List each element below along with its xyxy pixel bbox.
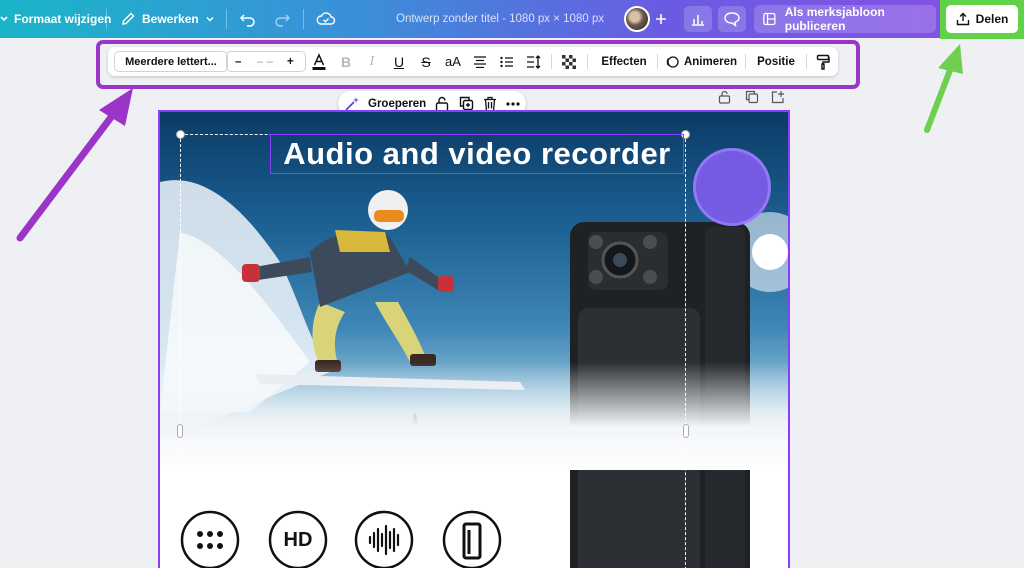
cloud-check-icon (316, 12, 336, 25)
edit-button[interactable]: Bewerken (120, 0, 215, 38)
keypad-icon[interactable] (180, 510, 240, 568)
plus-icon (656, 14, 666, 24)
duplicate-page-icon (745, 90, 759, 104)
upload-icon (956, 12, 969, 26)
chevron-icon (0, 16, 8, 22)
chevron-down-icon (206, 16, 214, 22)
group-label: Groeperen (368, 97, 427, 110)
more-dots-icon (506, 101, 520, 106)
italic-button[interactable]: I (362, 47, 382, 76)
cloud-save-button[interactable] (316, 0, 336, 38)
bullet-list-icon (500, 56, 513, 67)
decrease-size-button[interactable]: – (235, 52, 241, 71)
bar-chart-icon (692, 15, 704, 26)
animate-icon (666, 55, 679, 68)
resize-handle[interactable] (176, 130, 185, 139)
strikethrough-button[interactable]: S (416, 47, 436, 76)
design-canvas[interactable]: Audio and video recorder HD (158, 110, 790, 568)
divider (303, 9, 304, 29)
divider (226, 9, 227, 29)
text-toolbar: Meerdere lettert... – – – + B I U S aA E… (108, 47, 838, 76)
divider (587, 54, 588, 69)
duplicate-page-button[interactable] (745, 90, 759, 106)
divider (551, 54, 552, 69)
effects-button[interactable]: Effecten (596, 47, 652, 76)
audio-wave-icon[interactable] (354, 510, 414, 568)
add-page-button[interactable] (771, 90, 785, 106)
animate-button[interactable]: Animeren (664, 47, 738, 76)
spacing-button[interactable] (524, 47, 544, 76)
green-arrow-line (924, 62, 955, 133)
underline-button[interactable]: U (389, 47, 409, 76)
animate-label: Animeren (683, 55, 738, 68)
divider (806, 54, 807, 69)
increase-size-button[interactable]: + (287, 52, 294, 71)
align-center-icon (474, 55, 486, 68)
divider (106, 9, 107, 29)
device-outline-icon[interactable] (442, 510, 502, 568)
divider (745, 54, 746, 69)
side-resize-handle[interactable] (177, 424, 183, 438)
top-bar: Formaat wijzigen Bewerken Ontwerp zonder… (0, 0, 1024, 39)
hd-label: HD (283, 528, 313, 551)
share-highlight: Delen (940, 0, 1024, 39)
share-label: Delen (975, 12, 1009, 26)
edit-label: Bewerken (142, 12, 199, 26)
list-button[interactable] (497, 47, 517, 76)
purple-arrow-line (16, 104, 122, 242)
green-arrow-head (938, 44, 963, 74)
comment-icon (724, 12, 740, 27)
design-title[interactable]: Ontwerp zonder titel - 1080 px × 1080 px (396, 0, 604, 38)
share-button[interactable]: Delen (946, 5, 1018, 33)
resize-label: Formaat wijzigen (14, 12, 112, 26)
purple-circle-shape[interactable] (693, 148, 771, 226)
font-size-stepper: – – – + (226, 51, 306, 72)
comments-button[interactable] (718, 6, 746, 32)
add-page-icon (771, 91, 784, 104)
redo-button[interactable] (273, 0, 291, 38)
resize-button[interactable]: Formaat wijzigen (0, 0, 111, 38)
font-family-dropdown[interactable]: Meerdere lettert... (114, 51, 228, 72)
lock-page-button[interactable] (718, 90, 731, 106)
group-selection-frame (180, 134, 686, 568)
side-resize-handle[interactable] (683, 424, 689, 438)
undo-button[interactable] (239, 0, 257, 38)
divider (657, 54, 658, 69)
hd-icon[interactable]: HD (268, 510, 328, 568)
undo-icon (239, 14, 255, 27)
add-collaborator-button[interactable] (650, 8, 672, 30)
template-icon (763, 12, 776, 26)
avatar[interactable] (624, 6, 650, 32)
publish-label: Als merksjabloon publiceren (784, 5, 885, 33)
letter-case-button[interactable]: aA (441, 47, 465, 76)
headline-text[interactable]: Audio and video recorder (270, 134, 684, 174)
copy-style-button[interactable] (812, 47, 834, 76)
bold-button[interactable]: B (336, 47, 356, 76)
pencil-icon (122, 12, 135, 25)
position-button[interactable]: Positie (752, 47, 800, 76)
text-color-button[interactable] (308, 47, 330, 76)
duplicate-icon (459, 96, 474, 111)
publish-brand-template-button[interactable]: Als merksjabloon publiceren (754, 5, 936, 33)
paint-roller-icon (816, 54, 830, 70)
alignment-button[interactable] (470, 47, 490, 76)
purple-arrow-head (99, 88, 133, 126)
font-size-input[interactable]: – – (257, 52, 273, 71)
transparency-icon (562, 54, 576, 69)
redo-icon (275, 14, 291, 27)
text-color-icon (312, 52, 326, 70)
lock-icon (718, 90, 731, 104)
line-spacing-icon (527, 54, 541, 69)
insights-button[interactable] (684, 6, 712, 32)
transparency-button[interactable] (559, 47, 579, 76)
